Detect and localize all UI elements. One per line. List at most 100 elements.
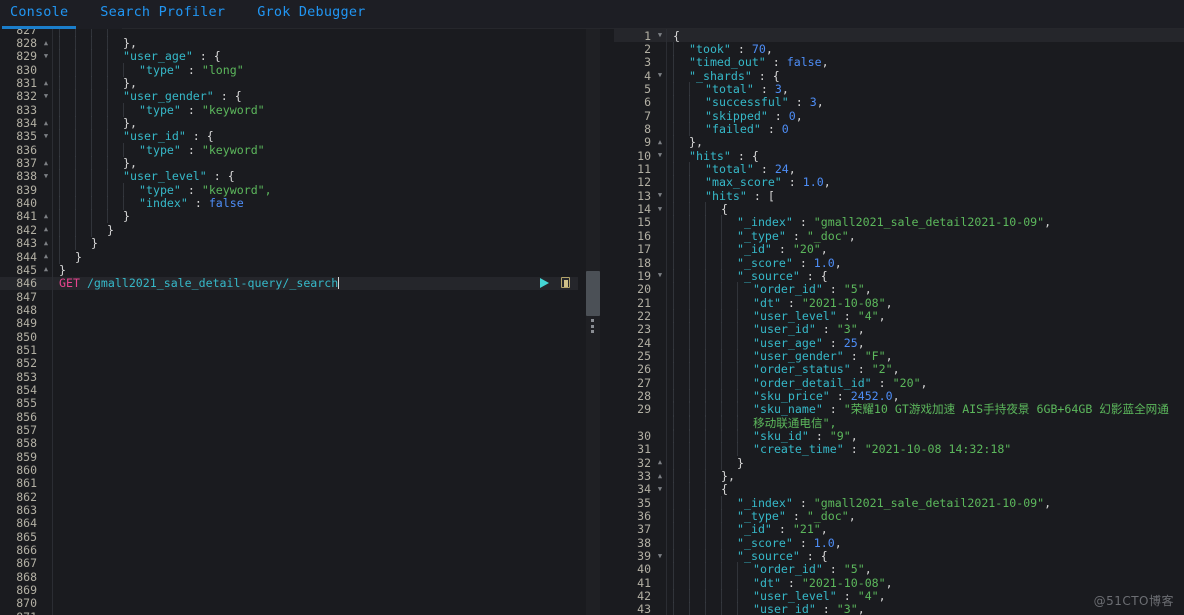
code-line[interactable]: 869 <box>0 583 578 597</box>
code-line[interactable]: 8 "failed" : 0 <box>614 122 1184 137</box>
code-line[interactable]: 870 <box>0 596 578 610</box>
code-line[interactable]: 33 ▲}, <box>614 469 1184 484</box>
fold-up-icon[interactable]: ▲ <box>40 239 52 247</box>
play-icon[interactable] <box>540 277 549 288</box>
wrench-icon[interactable] <box>561 277 570 289</box>
code-line[interactable]: 841 ▲} <box>0 209 578 224</box>
fold-up-icon[interactable]: ▲ <box>40 253 52 260</box>
editor-scrollbar-thumb[interactable] <box>586 271 600 316</box>
code-line[interactable]: 836 "type" : "keyword" <box>0 142 578 157</box>
response-viewer-lines[interactable]: 1 ▼{2 "took" : 70, 3 "timed_out" : false, 4 ▼ "… <box>614 29 1184 615</box>
code-line[interactable]: 831 ▲}, <box>0 76 578 91</box>
code-line[interactable]: 837 ▲}, <box>0 156 578 171</box>
code-line[interactable]: 17 "_id" : "20", <box>614 242 1184 257</box>
code-line[interactable]: 移动联通电信", <box>614 414 1184 431</box>
fold-down-icon[interactable]: ▼ <box>654 72 666 79</box>
fold-down-icon[interactable]: ▼ <box>40 172 52 180</box>
pane-splitter[interactable] <box>578 29 614 615</box>
code-line[interactable]: 30 "sku_id" : "9", <box>614 428 1184 443</box>
code-line[interactable]: 856 <box>0 410 578 424</box>
tab-search-profiler[interactable]: Search Profiler <box>100 0 239 29</box>
response-viewer-pane[interactable]: 1 ▼{2 "took" : 70, 3 "timed_out" : false, 4 ▼ "… <box>614 29 1184 615</box>
tab-grok-debugger[interactable]: Grok Debugger <box>257 0 379 29</box>
code-line[interactable]: 21 "dt" : "2021-10-08", <box>614 295 1184 310</box>
code-line[interactable]: 851 <box>0 343 578 357</box>
code-line[interactable]: 864 <box>0 516 578 530</box>
fold-down-icon[interactable]: ▼ <box>654 32 666 39</box>
code-line[interactable]: 835 ▼ "user_id" : { <box>0 129 578 144</box>
code-line[interactable]: 842 ▲} <box>0 222 578 237</box>
code-line[interactable]: 858 <box>0 436 578 450</box>
code-line[interactable]: 865 <box>0 530 578 544</box>
code-line[interactable]: 832 ▼ "user_gender" : { <box>0 89 578 104</box>
code-line[interactable]: 829 ▼ "user_age" : { <box>0 49 578 64</box>
code-line[interactable]: 828 ▲}, <box>0 36 578 51</box>
code-line[interactable]: 4 ▼ "_shards" : { <box>614 68 1184 83</box>
code-line[interactable]: 24 "user_age" : 25, <box>614 335 1184 350</box>
fold-down-icon[interactable]: ▼ <box>654 152 666 159</box>
code-line[interactable]: 854 <box>0 383 578 397</box>
code-line[interactable]: 32 ▲} <box>614 455 1184 470</box>
request-editor-pane[interactable]: 827 "" 828 ▲}, 829 ▼ "user_age" : {830 "type" :… <box>0 29 578 615</box>
tab-console[interactable]: Console <box>2 0 82 29</box>
code-line[interactable]: 14 ▼ { <box>614 202 1184 217</box>
code-line[interactable]: 866 <box>0 543 578 557</box>
code-line[interactable]: 40 "order_id" : "5", <box>614 562 1184 577</box>
code-line[interactable]: 849 <box>0 316 578 330</box>
code-line[interactable]: 863 <box>0 503 578 517</box>
fold-up-icon[interactable]: ▲ <box>40 212 52 220</box>
code-line[interactable]: 853 <box>0 370 578 384</box>
fold-up-icon[interactable]: ▲ <box>40 119 52 127</box>
code-line[interactable]: 860 <box>0 463 578 477</box>
request-editor-lines[interactable]: 827 "" 828 ▲}, 829 ▼ "user_age" : {830 "type" :… <box>0 29 578 615</box>
fold-down-icon[interactable]: ▼ <box>654 552 666 560</box>
code-line[interactable]: 859 <box>0 450 578 464</box>
code-line[interactable]: 839 "type" : "keyword", <box>0 182 578 197</box>
fold-up-icon[interactable]: ▲ <box>40 159 52 167</box>
code-line[interactable]: 847 <box>0 290 578 304</box>
code-line[interactable]: 26 "order_status" : "2", <box>614 362 1184 377</box>
code-line[interactable]: 15 "_index" : "gmall2021_sale_detail2021-… <box>614 215 1184 230</box>
fold-down-icon[interactable]: ▼ <box>654 485 666 493</box>
code-line[interactable]: 31 "create_time" : "2021-10-08 14:32:18" <box>614 442 1184 457</box>
code-line[interactable]: 843 ▲} <box>0 236 578 251</box>
fold-up-icon[interactable]: ▲ <box>654 138 666 146</box>
splitter-grip-icon[interactable] <box>591 319 595 333</box>
code-line[interactable]: 846 GET /gmall2021_sale_detail-query/_sea… <box>0 276 578 290</box>
code-line[interactable]: 35 "_index" : "gmall2021_sale_detail2021-… <box>614 495 1184 510</box>
code-line[interactable]: 1 ▼ { <box>614 29 1184 43</box>
code-line[interactable]: 6 "successful" : 3, <box>614 95 1184 110</box>
code-line[interactable]: 840 "index" : false <box>0 196 578 211</box>
code-line[interactable]: 13 ▼ "hits" : [ <box>614 188 1184 203</box>
code-line[interactable]: 20 "order_id" : "5", <box>614 282 1184 297</box>
code-line[interactable]: 36 "_type" : "_doc", <box>614 509 1184 524</box>
code-line[interactable]: 857 <box>0 423 578 437</box>
fold-down-icon[interactable]: ▼ <box>654 192 666 199</box>
code-line[interactable]: 844 ▲} <box>0 249 578 264</box>
code-line[interactable]: 9 ▲}, <box>614 135 1184 150</box>
fold-down-icon[interactable]: ▼ <box>40 132 52 140</box>
code-line[interactable]: 18 "_score" : 1.0, <box>614 255 1184 270</box>
code-line[interactable]: 852 <box>0 356 578 370</box>
code-line[interactable]: 830 "type" : "long" <box>0 62 578 77</box>
code-line[interactable]: 41 "dt" : "2021-10-08", <box>614 575 1184 590</box>
code-line[interactable]: 39 ▼ "_source" : { <box>614 549 1184 564</box>
fold-up-icon[interactable]: ▲ <box>654 472 666 480</box>
code-line[interactable]: 871 <box>0 610 578 615</box>
code-line[interactable]: 833 "type" : "keyword" <box>0 102 578 117</box>
fold-up-icon[interactable]: ▲ <box>40 79 52 87</box>
fold-up-icon[interactable]: ▲ <box>40 226 52 233</box>
fold-down-icon[interactable]: ▼ <box>40 52 52 60</box>
code-line[interactable]: 16 "_type" : "_doc", <box>614 228 1184 243</box>
code-line[interactable]: 5 "total" : 3, <box>614 82 1184 97</box>
fold-up-icon[interactable]: ▲ <box>40 39 52 47</box>
code-line[interactable]: 23 "user_id" : "3", <box>614 322 1184 337</box>
code-line[interactable]: 855 <box>0 396 578 410</box>
code-line[interactable]: 845 ▲} <box>0 263 578 277</box>
fold-down-icon[interactable]: ▼ <box>654 205 666 213</box>
code-line[interactable]: 862 <box>0 490 578 504</box>
code-line[interactable]: 838 ▼ "user_level" : { <box>0 169 578 184</box>
code-line[interactable]: 834 ▲}, <box>0 116 578 131</box>
fold-down-icon[interactable]: ▼ <box>40 92 52 100</box>
code-line[interactable]: 848 <box>0 303 578 317</box>
